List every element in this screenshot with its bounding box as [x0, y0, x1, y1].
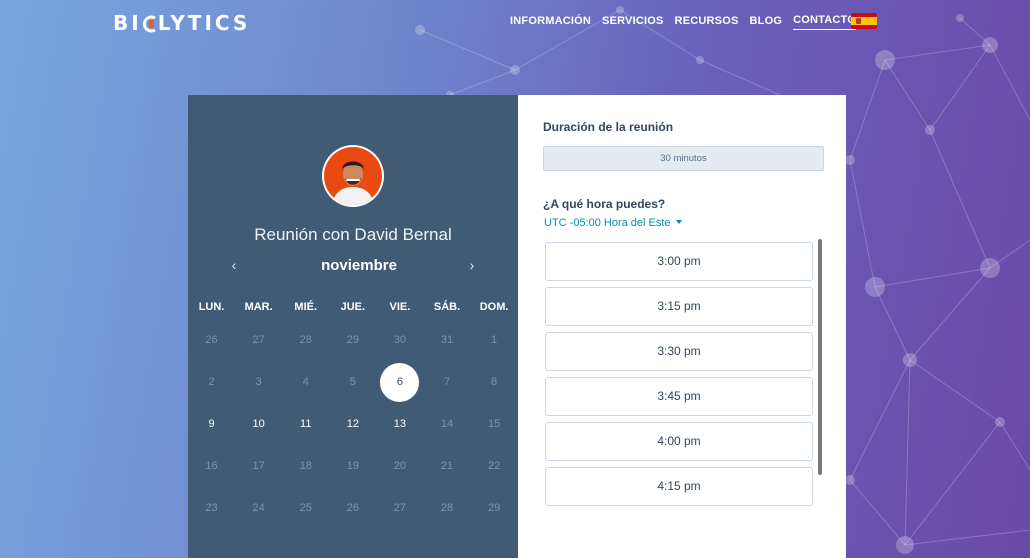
weekday-dom: DOM.: [479, 301, 509, 313]
avatar-photo: [324, 147, 382, 205]
calendar-day-available[interactable]: 11: [282, 403, 329, 445]
calendar-day-unavailable: 21: [440, 460, 454, 472]
meeting-title: Reunión con David Bernal: [254, 225, 452, 244]
calendar-day-unavailable: 16: [205, 460, 218, 472]
logo-mark-icon: [142, 15, 156, 33]
chevron-right-icon[interactable]: ›: [462, 257, 482, 273]
person-avatar-icon: [332, 161, 374, 205]
time-slot[interactable]: 4:00 pm: [545, 422, 813, 461]
calendar-week: 9 10 11 12 13 14 15: [188, 403, 518, 445]
calendar-day-unavailable: 4: [302, 376, 309, 388]
weekday-mar: MAR.: [244, 301, 273, 313]
time-slot[interactable]: 3:45 pm: [545, 377, 813, 416]
weekday-lun: LUN.: [198, 301, 225, 313]
time-slot-list: 3:00 pm 3:15 pm 3:30 pm 3:45 pm 4:00 pm …: [545, 242, 813, 512]
calendar-day-unavailable: 2: [208, 376, 215, 388]
time-slot[interactable]: 3:00 pm: [545, 242, 813, 281]
calendar-day-unavailable: 27: [252, 334, 265, 346]
calendar-day-unavailable: 22: [487, 460, 501, 472]
calendar-day-unavailable: 31: [440, 334, 454, 346]
calendar-day-unavailable: 5: [349, 376, 356, 388]
duration-option[interactable]: 30 minutos: [543, 146, 824, 171]
weekday-sab: SÁB.: [433, 301, 461, 313]
calendar-week: 26 27 28 29 30 31 1: [188, 319, 518, 361]
nav-blog[interactable]: BLOG: [750, 15, 783, 30]
calendar-day-unavailable: 27: [393, 502, 407, 514]
calendar-day-unavailable: 3: [255, 376, 262, 388]
calendar-day-unavailable: 19: [346, 460, 359, 472]
calendar-week: 2 3 4 5 6 7 8: [188, 361, 518, 403]
calendar-day-available[interactable]: 9: [188, 403, 235, 445]
calendar-day-unavailable: 30: [393, 334, 407, 346]
flag-emblem: [856, 18, 861, 24]
time-slot[interactable]: 3:15 pm: [545, 287, 813, 326]
calendar-day-unavailable: 1: [491, 334, 498, 346]
logo-text-end: LYTICS: [157, 11, 251, 35]
calendar-day-unavailable: 29: [346, 334, 359, 346]
booking-panel: Duración de la reunión 30 minutos ¿A qué…: [518, 95, 846, 558]
calendar-day-available[interactable]: 10: [235, 403, 282, 445]
nav-contacto[interactable]: CONTACTO: [793, 14, 856, 30]
calendar-weeks: 26 27 28 29 30 31 1 2 3 4 5 6 7 8 9 10 11 12 13 14 15 16 17 18 1…: [188, 319, 518, 529]
weekday-mie: MIÉ.: [294, 301, 318, 313]
weekday-vie: VIE.: [389, 301, 411, 313]
nav-servicios[interactable]: SERVICIOS: [602, 15, 664, 30]
calendar-day-unavailable: 14: [440, 418, 454, 430]
timezone-label: UTC -05:00 Hora del Este: [544, 217, 671, 229]
calendar-week: 16 17 18 19 20 21 22: [188, 445, 518, 487]
calendar-day-unavailable: 25: [299, 502, 312, 514]
calendar-panel: Reunión con David Bernal ‹ noviembre › L…: [188, 95, 518, 558]
calendar-day-available[interactable]: 13: [376, 403, 423, 445]
calendar-grid: LUN. MAR. MIÉ. JUE. VIE. SÁB. DOM. 26 27 2…: [188, 295, 518, 529]
calendar-day-unavailable: 23: [205, 502, 218, 514]
calendar-day-number: 6: [396, 376, 403, 388]
main-nav: INFORMACIÓN SERVICIOS RECURSOS BLOG CONT…: [510, 14, 856, 30]
nav-recursos[interactable]: RECURSOS: [675, 15, 739, 30]
brand-logo[interactable]: BI LYTICS: [113, 11, 250, 35]
spain-flag-icon[interactable]: [851, 13, 877, 29]
time-slot[interactable]: 4:15 pm: [545, 467, 813, 506]
calendar-day-available[interactable]: 12: [329, 403, 376, 445]
calendar-day-unavailable: 17: [252, 460, 265, 472]
slot-scrollbar[interactable]: [818, 239, 822, 475]
duration-label: Duración de la reunión: [543, 120, 674, 134]
host-avatar: [322, 145, 384, 207]
calendar-day-unavailable: 28: [440, 502, 454, 514]
logo-text-start: BI: [113, 11, 142, 35]
calendar-day-unavailable: 15: [487, 418, 501, 430]
timezone-select[interactable]: UTC -05:00 Hora del Este: [544, 217, 682, 229]
calendar-week: 23 24 25 26 27 28 29: [188, 487, 518, 529]
time-slot[interactable]: 3:30 pm: [545, 332, 813, 371]
calendar-day-unavailable: 26: [205, 334, 218, 346]
calendar-day-selected[interactable]: 6: [376, 361, 423, 403]
calendar-day-unavailable: 8: [491, 376, 498, 388]
time-question: ¿A qué hora puedes?: [543, 197, 666, 211]
weekday-header: LUN. MAR. MIÉ. JUE. VIE. SÁB. DOM.: [188, 295, 518, 319]
calendar-day-unavailable: 7: [443, 376, 451, 388]
calendar-day-unavailable: 29: [487, 502, 501, 514]
calendar-day-unavailable: 20: [393, 460, 407, 472]
calendar-day-unavailable: 24: [252, 502, 265, 514]
calendar-day-unavailable: 26: [346, 502, 359, 514]
calendar-day-unavailable: 28: [299, 334, 312, 346]
month-navigator: ‹ noviembre ›: [188, 257, 518, 277]
caret-down-icon: [675, 220, 682, 224]
nav-informacion[interactable]: INFORMACIÓN: [510, 15, 591, 30]
weekday-jue: JUE.: [340, 301, 366, 313]
calendar-day-unavailable: 18: [299, 460, 312, 472]
